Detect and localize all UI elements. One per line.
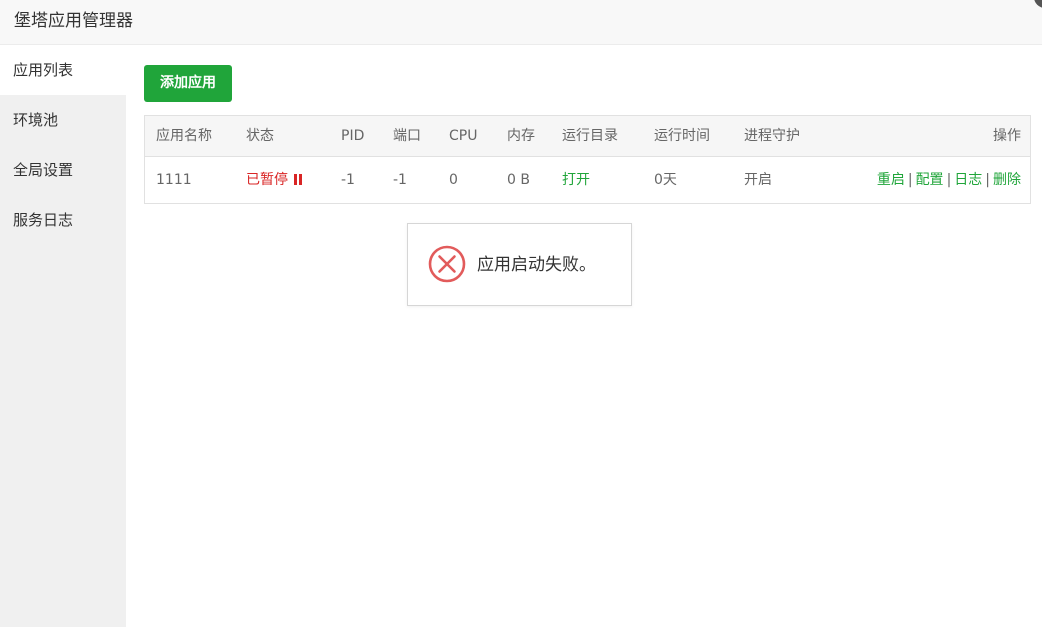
restart-link[interactable]: 重启 <box>877 172 905 188</box>
header-port: 端口 <box>393 128 421 144</box>
cell-name: 1111 <box>156 172 192 188</box>
add-app-button[interactable]: 添加应用 <box>144 65 232 102</box>
status-toggle[interactable]: 已暂停 <box>246 170 304 191</box>
header-pid: PID <box>341 128 365 144</box>
cell-memory: 0 B <box>507 172 530 188</box>
window-title: 堡塔应用管理器 <box>14 11 133 31</box>
header-guard: 进程守护 <box>744 128 800 144</box>
toast-message: 应用启动失败。 <box>477 255 596 275</box>
header-memory: 内存 <box>507 128 535 144</box>
cell-uptime: 0天 <box>654 172 677 188</box>
log-link[interactable]: 日志 <box>954 172 982 188</box>
status-text: 已暂停 <box>246 172 288 188</box>
sidebar-item-label: 服务日志 <box>13 211 74 229</box>
cell-pid: -1 <box>341 172 355 188</box>
close-icon[interactable] <box>1034 0 1042 8</box>
header-dir: 运行目录 <box>562 128 618 144</box>
sidebar-item-env-pool[interactable]: 环境池 <box>0 95 126 145</box>
main-content: 添加应用 应用名称 状态 PID 端口 CPU 内存 运行目录 运行时间 进程守… <box>126 45 1042 627</box>
sidebar-item-app-list[interactable]: 应用列表 <box>0 45 126 95</box>
sidebar: 应用列表 环境池 全局设置 服务日志 <box>0 45 126 627</box>
header-name: 应用名称 <box>156 128 212 144</box>
delete-link[interactable]: 删除 <box>993 172 1021 188</box>
title-bar: 堡塔应用管理器 <box>0 0 1042 45</box>
sidebar-item-label: 环境池 <box>13 111 59 129</box>
error-circle-icon <box>428 245 466 283</box>
cell-guard: 开启 <box>744 172 772 188</box>
ops-divider: | <box>985 172 990 188</box>
error-toast: 应用启动失败。 <box>407 223 632 306</box>
ops-divider: | <box>907 172 913 188</box>
cell-port: -1 <box>393 172 407 188</box>
ops-group: 重启 | 配置 | 日志 | 删除 <box>877 170 1021 190</box>
table-row: 1111 已暂停 -1 -1 0 0 B 打开 0天 开启 重启 | 配置 | 日志 | 删… <box>145 157 1030 203</box>
sidebar-item-service-log[interactable]: 服务日志 <box>0 195 126 245</box>
config-link[interactable]: 配置 <box>916 172 944 188</box>
cell-cpu: 0 <box>449 172 458 188</box>
app-manager-window: 堡塔应用管理器 应用列表 环境池 全局设置 服务日志 添加应用 应用名称 状态 … <box>0 0 1042 627</box>
pause-icon <box>294 171 304 191</box>
app-table: 应用名称 状态 PID 端口 CPU 内存 运行目录 运行时间 进程守护 操作 … <box>144 115 1031 204</box>
sidebar-item-global-settings[interactable]: 全局设置 <box>0 145 126 195</box>
header-status: 状态 <box>246 128 274 144</box>
sidebar-item-label: 全局设置 <box>13 161 74 179</box>
sidebar-item-label: 应用列表 <box>13 61 74 79</box>
ops-divider: | <box>946 172 952 188</box>
table-header: 应用名称 状态 PID 端口 CPU 内存 运行目录 运行时间 进程守护 操作 <box>145 116 1030 157</box>
open-dir-link[interactable]: 打开 <box>562 170 590 190</box>
header-uptime: 运行时间 <box>654 128 710 144</box>
header-ops: 操作 <box>993 128 1021 144</box>
header-cpu: CPU <box>449 128 478 144</box>
